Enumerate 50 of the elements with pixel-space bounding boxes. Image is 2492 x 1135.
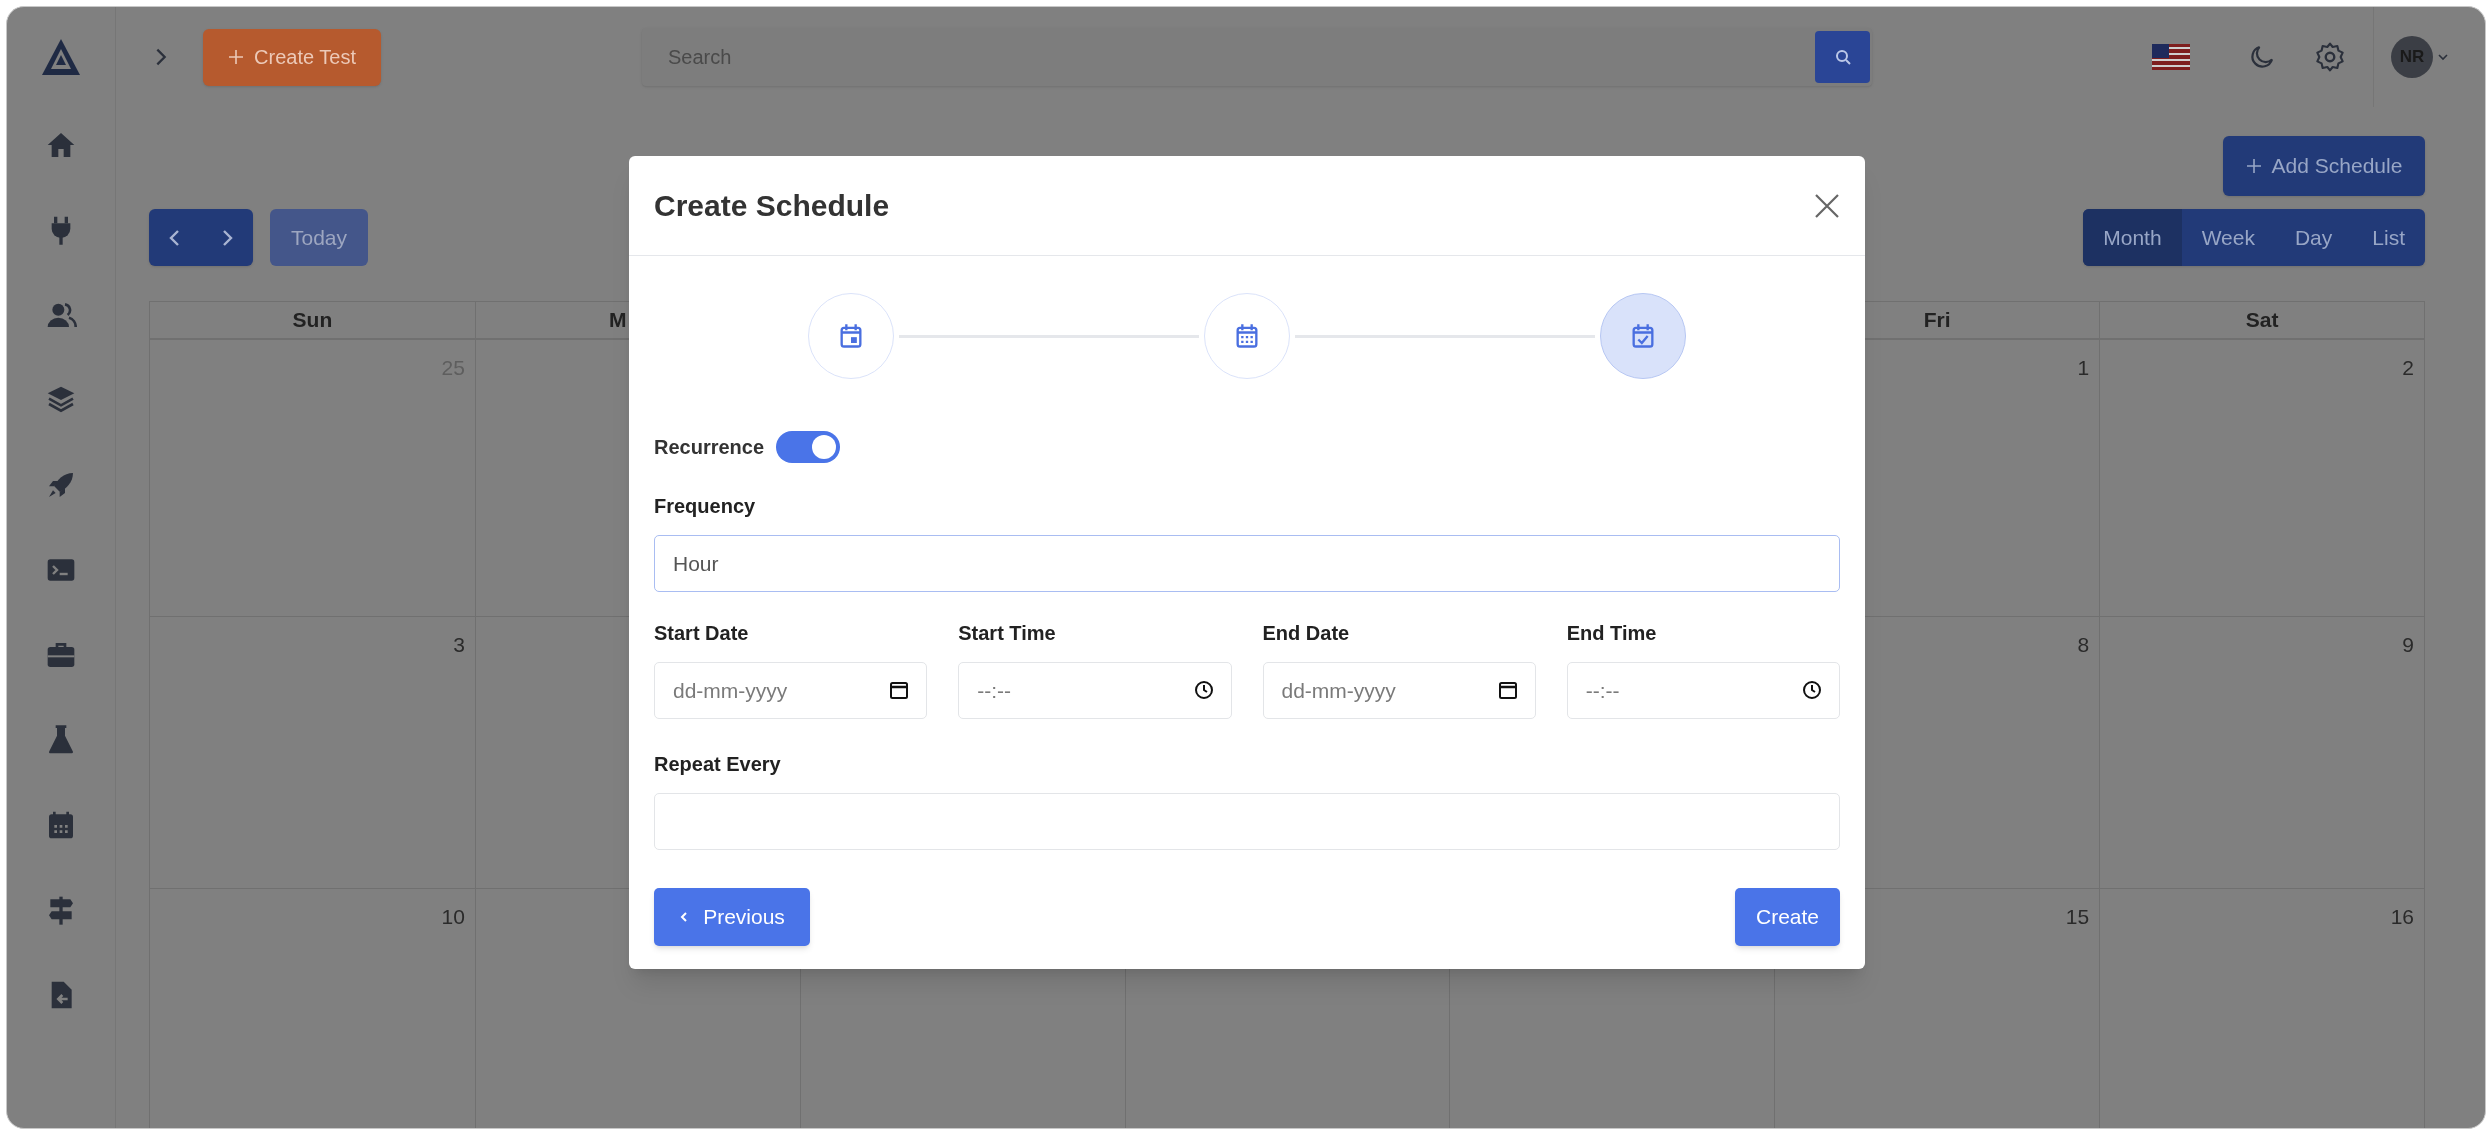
frequency-field[interactable]: Hour	[654, 535, 1840, 592]
weekday-label: M	[609, 307, 627, 334]
plus-icon	[2245, 158, 2262, 174]
date-number: 2	[2402, 355, 2414, 381]
date-number: 10	[441, 904, 465, 930]
field-label: Recurrence	[654, 435, 765, 460]
today-button[interactable]: Today	[270, 209, 368, 266]
add-schedule-button[interactable]: Add Schedule	[2223, 136, 2425, 196]
create-test-button[interactable]: Create Test	[203, 28, 381, 86]
date-number: 3	[453, 632, 465, 658]
calendar-icon[interactable]	[1497, 680, 1518, 700]
field-label: Frequency	[654, 494, 757, 519]
clock-icon[interactable]	[1802, 680, 1822, 700]
field-label: Start Date	[654, 621, 750, 646]
date-field[interactable]: dd-mm-yyyy	[654, 662, 928, 719]
settings-icon[interactable]	[2314, 41, 2346, 73]
calendar-icon[interactable]	[889, 680, 910, 700]
field-label: Start Time	[958, 621, 1057, 646]
recurrence-toggle[interactable]	[776, 431, 841, 463]
logo-icon[interactable]	[40, 37, 82, 77]
chevron-left-icon	[679, 911, 690, 923]
weekday-label: Sat	[2245, 307, 2279, 334]
search-button[interactable]	[1815, 31, 1870, 83]
date-number: 16	[2390, 904, 2414, 930]
caret-icon[interactable]	[2437, 51, 2449, 63]
plus-icon	[228, 49, 245, 65]
view-tab[interactable]: Month	[2083, 209, 2182, 266]
clock-icon[interactable]	[1193, 680, 1214, 700]
previous-button[interactable]: Previous	[654, 888, 810, 946]
weekday-label: Fri	[1923, 307, 1951, 334]
repeat-every-field[interactable]	[654, 793, 1840, 850]
view-tab[interactable]: List	[2352, 209, 2425, 266]
date-number: 15	[2065, 904, 2090, 930]
time-field[interactable]: --:--	[1566, 662, 1840, 719]
time-field[interactable]: --:--	[958, 662, 1232, 719]
create-button[interactable]: Create	[1735, 888, 1840, 946]
view-tab[interactable]: Day	[2274, 209, 2353, 266]
weekday-label: Sun	[292, 307, 333, 334]
close-icon[interactable]	[1814, 192, 1840, 219]
date-number: 9	[2402, 632, 2414, 658]
date-number: 1	[2077, 355, 2090, 381]
date-field[interactable]: dd-mm-yyyy	[1262, 662, 1536, 719]
date-number: 8	[2077, 632, 2090, 658]
field-label: End Time	[1566, 621, 1658, 646]
field-label: End Date	[1262, 621, 1351, 646]
us-flag-icon[interactable]	[2152, 44, 2190, 70]
view-tab[interactable]: Week	[2181, 209, 2275, 266]
field-label: Repeat Every	[654, 752, 782, 777]
modal-title: Create Schedule	[654, 188, 890, 224]
search-icon	[1833, 48, 1852, 66]
